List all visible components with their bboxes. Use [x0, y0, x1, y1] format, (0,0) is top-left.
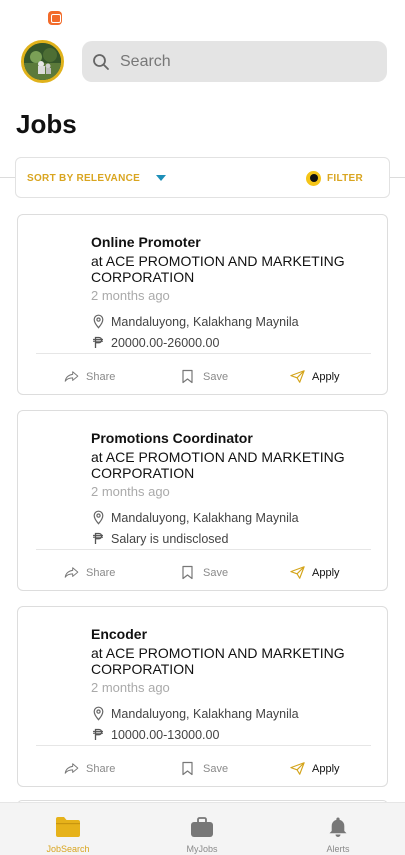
folder-icon: [55, 815, 81, 839]
bottom-tab-bar: JobSearch MyJobs Alerts: [0, 802, 405, 855]
filter-icon: [306, 170, 321, 186]
send-icon: [290, 761, 305, 776]
location-pin-icon: [91, 510, 106, 525]
bookmark-icon: [181, 761, 196, 776]
job-title[interactable]: Online Promoter: [91, 234, 201, 250]
page-title: Jobs: [16, 109, 77, 139]
tab-label: JobSearch: [46, 844, 90, 854]
posted-time: 2 months ago: [91, 288, 170, 303]
share-icon: [64, 761, 79, 776]
share-button[interactable]: Share: [64, 369, 115, 384]
divider: [36, 549, 371, 550]
save-label: Save: [203, 566, 229, 579]
job-card[interactable]: Online Promoter at ACE PROMOTION AND MAR…: [17, 214, 388, 395]
share-button[interactable]: Share: [64, 761, 115, 776]
location-text: Mandaluyong, Kalakhang Maynila: [111, 706, 299, 721]
filter-label: FILTER: [327, 172, 364, 184]
filter-button[interactable]: FILTER: [306, 170, 363, 186]
job-title[interactable]: Encoder: [91, 626, 147, 642]
job-salary: 10000.00-13000.00: [91, 727, 219, 742]
job-location: Mandaluyong, Kalakhang Maynila: [91, 510, 299, 525]
share-button[interactable]: Share: [64, 565, 115, 580]
job-location: Mandaluyong, Kalakhang Maynila: [91, 706, 299, 721]
save-button[interactable]: Save: [181, 761, 228, 776]
sort-filter-bar: SORT BY RELEVANCE FILTER: [0, 157, 405, 199]
send-icon: [290, 369, 305, 384]
notification-app-icon: [48, 11, 62, 25]
briefcase-icon: [190, 815, 214, 839]
tab-jobsearch[interactable]: JobSearch: [18, 803, 118, 855]
apply-label: Apply: [312, 566, 340, 579]
salary-text: Salary is undisclosed: [111, 531, 229, 546]
tab-label: Alerts: [326, 844, 350, 854]
divider: [36, 745, 371, 746]
save-label: Save: [203, 762, 229, 775]
send-icon: [290, 565, 305, 580]
share-label: Share: [86, 762, 116, 775]
apply-button[interactable]: Apply: [290, 369, 340, 384]
divider: [36, 353, 371, 354]
share-icon: [64, 369, 79, 384]
peso-icon: [91, 727, 106, 742]
job-salary: 20000.00-26000.00: [91, 335, 219, 350]
search-bar[interactable]: [82, 41, 387, 82]
location-pin-icon: [91, 314, 106, 329]
sort-dropdown[interactable]: SORT BY RELEVANCE: [27, 173, 140, 184]
tab-alerts[interactable]: Alerts: [288, 803, 388, 855]
share-label: Share: [86, 370, 116, 383]
search-input[interactable]: [120, 52, 360, 71]
avatar[interactable]: [21, 40, 64, 83]
peso-icon: [91, 335, 106, 350]
location-text: Mandaluyong, Kalakhang Maynila: [111, 510, 299, 525]
save-button[interactable]: Save: [181, 369, 228, 384]
peso-icon: [91, 531, 106, 546]
share-label: Share: [86, 566, 116, 579]
posted-time: 2 months ago: [91, 680, 170, 695]
job-salary: Salary is undisclosed: [91, 531, 228, 546]
apply-label: Apply: [312, 370, 340, 383]
bookmark-icon: [181, 565, 196, 580]
job-card[interactable]: Promotions Coordinator at ACE PROMOTION …: [17, 410, 388, 591]
job-card[interactable]: Encoder at ACE PROMOTION AND MARKETING C…: [17, 606, 388, 787]
company-name: at ACE PROMOTION AND MARKETING CORPORATI…: [91, 253, 345, 285]
apply-label: Apply: [312, 762, 340, 775]
location-pin-icon: [91, 706, 106, 721]
caret-down-icon[interactable]: [156, 175, 166, 181]
tab-label: MyJobs: [186, 844, 218, 854]
company-name: at ACE PROMOTION AND MARKETING CORPORATI…: [91, 645, 345, 677]
job-location: Mandaluyong, Kalakhang Maynila: [91, 314, 299, 329]
location-text: Mandaluyong, Kalakhang Maynila: [111, 314, 299, 329]
search-icon: [92, 53, 110, 71]
apply-button[interactable]: Apply: [290, 565, 340, 580]
salary-text: 10000.00-13000.00: [111, 727, 220, 742]
share-icon: [64, 565, 79, 580]
salary-text: 20000.00-26000.00: [111, 335, 220, 350]
apply-button[interactable]: Apply: [290, 761, 340, 776]
job-title[interactable]: Promotions Coordinator: [91, 430, 253, 446]
company-name: at ACE PROMOTION AND MARKETING CORPORATI…: [91, 449, 345, 481]
bell-icon: [328, 815, 348, 839]
tab-myjobs[interactable]: MyJobs: [152, 803, 252, 855]
save-label: Save: [203, 370, 229, 383]
bookmark-icon: [181, 369, 196, 384]
posted-time: 2 months ago: [91, 484, 170, 499]
save-button[interactable]: Save: [181, 565, 228, 580]
sort-filter-box: SORT BY RELEVANCE FILTER: [15, 157, 390, 198]
